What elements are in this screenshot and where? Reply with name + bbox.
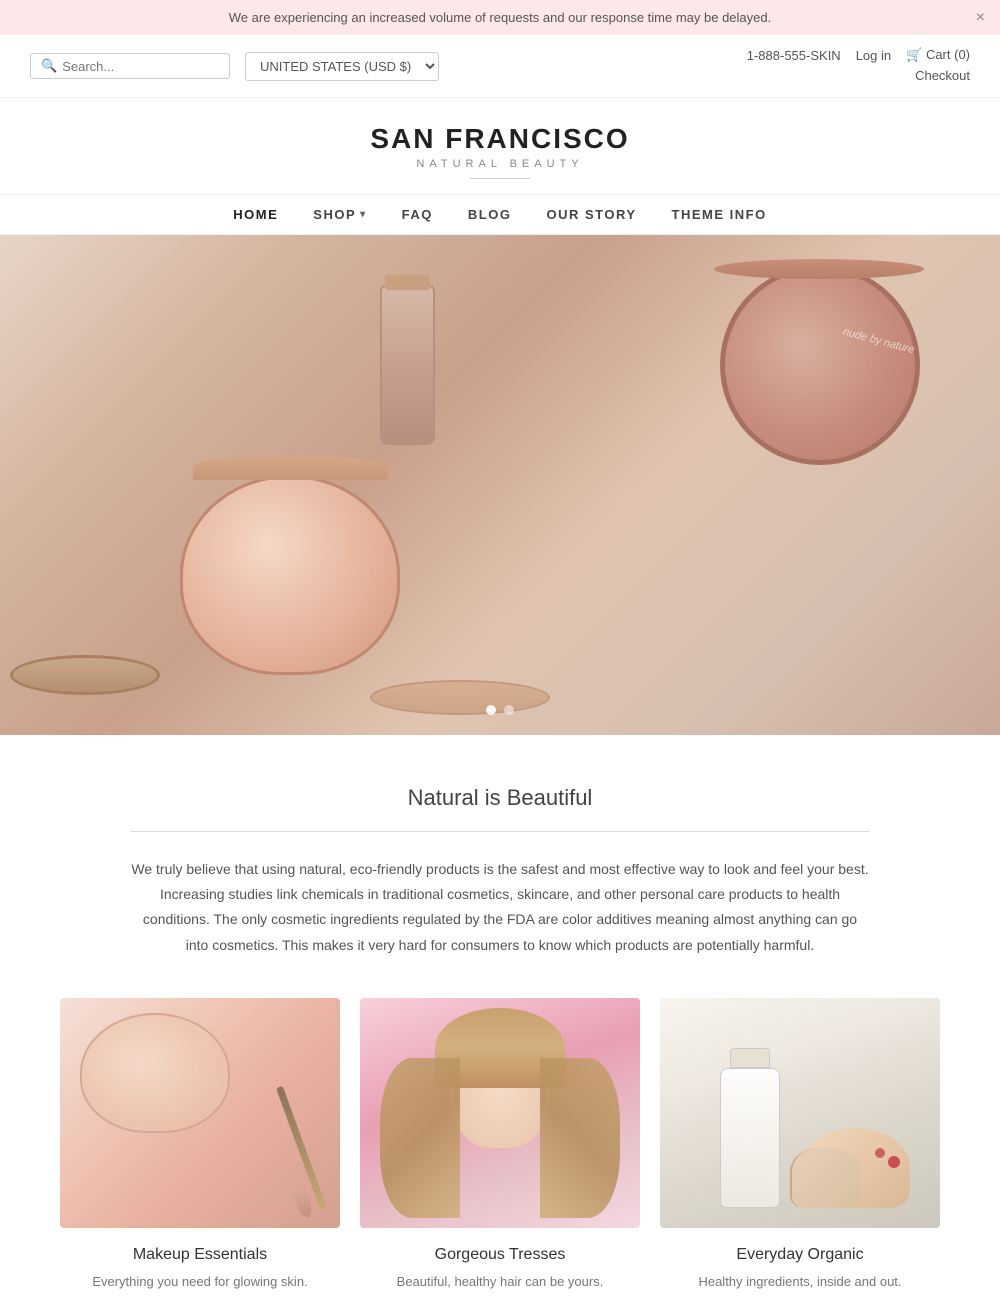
jar-main	[180, 475, 400, 675]
product-image-organic[interactable]	[660, 998, 940, 1228]
about-heading: Natural is Beautiful	[130, 785, 870, 811]
cart-label: Cart (0)	[926, 47, 970, 62]
chevron-down-icon: ▾	[360, 209, 367, 220]
product-grid: Makeup Essentials Everything you need fo…	[0, 968, 1000, 1311]
nav-item-blog[interactable]: BLOG	[468, 207, 512, 222]
nav-item-home[interactable]: HOME	[233, 207, 278, 222]
milk-bottle	[720, 1068, 780, 1208]
bottle-cap	[385, 275, 430, 290]
jar-main-rim	[193, 455, 388, 480]
header-right-links: 1-888-555-SKIN Log in 🛒 Cart (0) Checkou…	[747, 47, 970, 85]
makeup-image-placeholder	[60, 998, 340, 1228]
bread-side	[790, 1148, 860, 1208]
about-section: Natural is Beautiful We truly believe th…	[50, 735, 950, 968]
logo-area: SAN FRANCISCO NATURAL BEAUTY	[0, 98, 1000, 194]
phone-number: 1-888-555-SKIN	[747, 48, 841, 63]
jar-right-rim	[714, 259, 924, 279]
brush-head	[293, 1188, 315, 1219]
hair-image-placeholder	[360, 998, 640, 1228]
about-body: We truly believe that using natural, eco…	[130, 857, 870, 958]
hair-bg	[360, 998, 640, 1228]
search-icon: 🔍	[41, 58, 57, 74]
berry2	[875, 1148, 885, 1158]
hero-slider: nude by nature	[0, 235, 1000, 735]
bottle-small	[380, 285, 435, 445]
announcement-text: We are experiencing an increased volume …	[229, 10, 771, 25]
product-title-organic: Everyday Organic	[660, 1246, 940, 1264]
search-input[interactable]	[62, 59, 219, 74]
jar-right	[720, 265, 920, 465]
cart-link[interactable]: 🛒 Cart (0)	[906, 47, 970, 63]
main-nav: HOME SHOP ▾ FAQ BLOG OUR STORY THEME INF…	[0, 194, 1000, 235]
bottle-neck	[730, 1048, 770, 1068]
hair-right	[540, 1058, 620, 1218]
nav-item-shop[interactable]: SHOP ▾	[313, 207, 366, 222]
product-card-makeup: Makeup Essentials Everything you need fo…	[60, 998, 340, 1292]
product-desc-makeup: Everything you need for glowing skin.	[60, 1272, 340, 1292]
announcement-close-button[interactable]: ×	[976, 9, 985, 27]
product-desc-hair: Beautiful, healthy hair can be yours.	[360, 1272, 640, 1292]
country-selector[interactable]: UNITED STATES (USD $)	[245, 52, 439, 81]
card-jar	[80, 1013, 230, 1133]
nav-item-our-story[interactable]: OUR STORY	[546, 207, 636, 222]
brand-name: SAN FRANCISCO	[20, 123, 980, 155]
product-image-makeup[interactable]	[60, 998, 340, 1228]
product-image-hair[interactable]	[360, 998, 640, 1228]
organic-bg	[660, 998, 940, 1228]
product-card-hair: Gorgeous Tresses Beautiful, healthy hair…	[360, 998, 640, 1292]
login-link[interactable]: Log in	[856, 48, 891, 63]
product-title-makeup: Makeup Essentials	[60, 1246, 340, 1264]
cart-icon: 🛒	[906, 47, 922, 62]
checkout-link[interactable]: Checkout	[915, 68, 970, 83]
nav-shop-label: SHOP	[313, 207, 356, 222]
brand-sub: NATURAL BEAUTY	[20, 158, 980, 170]
berry1	[888, 1156, 900, 1168]
jar-left-lid	[10, 655, 160, 695]
slider-dot-1[interactable]	[486, 705, 496, 715]
slider-dots	[486, 705, 514, 715]
product-card-organic: Everyday Organic Healthy ingredients, in…	[660, 998, 940, 1292]
about-divider	[130, 831, 870, 832]
logo-divider	[470, 178, 530, 179]
announcement-bar: We are experiencing an increased volume …	[0, 0, 1000, 35]
nav-item-theme-info[interactable]: THEME INFO	[672, 207, 767, 222]
slider-dot-2[interactable]	[504, 705, 514, 715]
hair-left	[380, 1058, 460, 1218]
hero-image: nude by nature	[0, 235, 1000, 735]
hero-cosmetics-display: nude by nature	[0, 235, 1000, 735]
search-wrapper: 🔍	[30, 53, 230, 79]
nav-item-faq[interactable]: FAQ	[402, 207, 433, 222]
jar-bottom-lid	[370, 680, 550, 715]
organic-image-placeholder	[660, 998, 940, 1228]
utility-bar: 🔍 UNITED STATES (USD $) 1-888-555-SKIN L…	[0, 35, 1000, 98]
product-desc-organic: Healthy ingredients, inside and out.	[660, 1272, 940, 1292]
product-title-hair: Gorgeous Tresses	[360, 1246, 640, 1264]
